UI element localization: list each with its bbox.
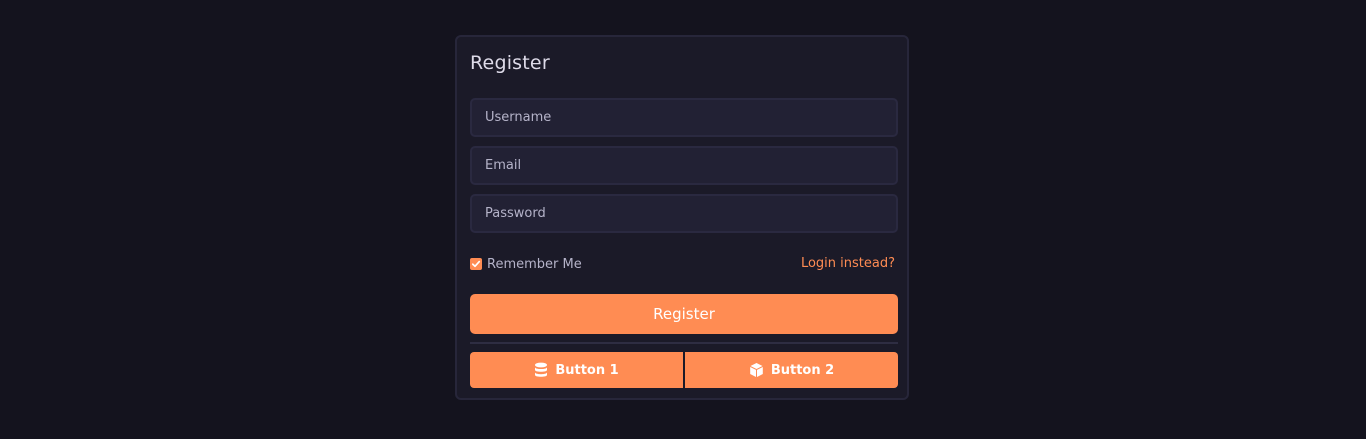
remember-me-toggle[interactable]: Remember Me (470, 255, 582, 273)
button-1-label: Button 1 (555, 362, 619, 378)
button-2-label: Button 2 (770, 362, 835, 378)
remember-me-label: Remember Me (487, 256, 582, 272)
form-title: Register (470, 52, 550, 74)
login-instead-link[interactable]: Login instead? (801, 255, 895, 273)
database-icon (534, 362, 548, 378)
password-input[interactable] (470, 194, 898, 233)
username-input[interactable] (470, 98, 898, 137)
button-2[interactable]: Button 2 (685, 352, 898, 388)
register-card: Register Remember Me Login instead? Regi… (455, 35, 909, 400)
button-group: Button 1 Button 2 (470, 352, 898, 388)
checkmark-icon (471, 260, 481, 268)
button-1[interactable]: Button 1 (470, 352, 683, 388)
register-button[interactable]: Register (470, 294, 898, 334)
divider (470, 342, 898, 344)
remember-me-checkbox[interactable] (470, 258, 482, 270)
email-input[interactable] (470, 146, 898, 185)
cube-icon (749, 362, 764, 378)
